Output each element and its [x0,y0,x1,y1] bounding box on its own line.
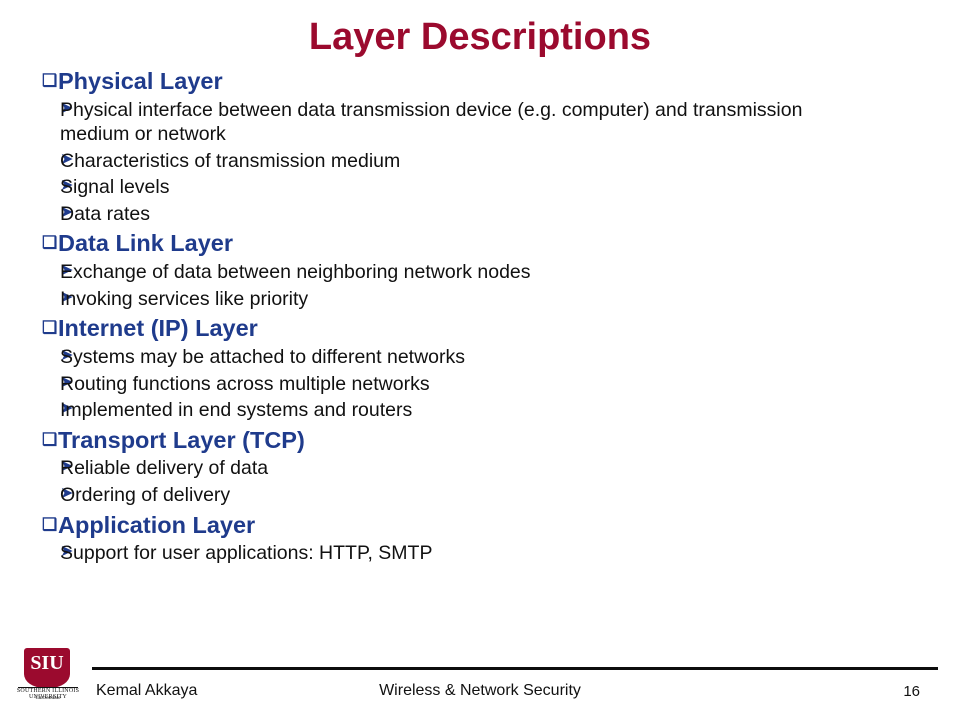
bullet-square-icon: ❑ [42,429,58,449]
bullet-level2: ➤ Support for user applications: HTTP, S… [30,541,934,566]
footer-course-title: Wireless & Network Security [379,682,581,699]
bullet-text: Internet (IP) Layer [58,315,258,342]
bullet-text: Invoking services like priority [60,287,309,310]
bullet-arrow-icon: ➤ [60,346,74,364]
bullet-text: Transport Layer (TCP) [58,426,305,453]
bullet-arrow-icon: ➤ [60,543,74,561]
footer-page-number: 16 [903,683,920,700]
logo-mark-text: SIU [30,652,64,674]
bullet-text: Exchange of data between neighboring net… [60,261,531,284]
bullet-level2: ➤ Routing functions across multiple netw… [30,372,934,397]
bullet-arrow-icon: ➤ [60,150,74,168]
bullet-level2: ➤ Systems may be attached to different n… [30,345,934,370]
bullet-square-icon: ❑ [42,233,58,253]
bullet-text: Routing functions across multiple networ… [60,372,430,395]
bullet-level1: ❑ Physical Layer [30,68,934,96]
bullet-level2: ➤ Data rates [30,202,934,227]
bullet-text: Data rates [60,202,150,225]
bullet-level1: ❑ Transport Layer (TCP) [30,427,934,455]
bullet-arrow-icon: ➤ [60,458,74,476]
footer: SIU SOUTHERN ILLINOIS UNIVERSITY Carbond… [0,648,960,706]
slide-content: ❑ Physical Layer ➤ Physical interface be… [0,58,960,566]
bullet-level1: ❑ Data Link Layer [30,230,934,258]
bullet-text: Characteristics of transmission medium [60,149,401,172]
page-title: Layer Descriptions [308,16,652,58]
bullet-arrow-icon: ➤ [60,484,74,502]
bullet-level2: ➤ Reliable delivery of data [30,456,934,481]
bullet-level2: ➤ Exchange of data between neighboring n… [30,260,934,285]
bullet-text: Physical Layer [58,67,223,94]
bullet-text: Support for user applications: HTTP, SMT… [60,542,433,565]
bullet-level2: ➤ Invoking services like priority [30,287,934,312]
bullet-arrow-icon: ➤ [60,203,74,221]
bullet-square-icon: ❑ [42,318,58,338]
bullet-level2: ➤ Implemented in end systems and routers [30,398,934,423]
bullet-level2: ➤ Signal levels [30,175,934,200]
bullet-arrow-icon: ➤ [60,177,74,195]
bullet-text: Signal levels [60,176,170,199]
bullet-square-icon: ❑ [42,70,58,90]
bullet-arrow-icon: ➤ [60,288,74,306]
bullet-level2: ➤ Ordering of delivery [30,483,934,508]
bullet-text: Ordering of delivery [60,483,231,506]
bullet-arrow-icon: ➤ [60,99,74,117]
bullet-text: Physical interface between data transmis… [60,98,803,146]
bullet-text: Implemented in end systems and routers [60,399,413,422]
bullet-level1: ❑ Application Layer [30,512,934,540]
bullet-square-icon: ❑ [42,514,58,534]
bullet-arrow-icon: ➤ [60,373,74,391]
bullet-level1: ❑ Internet (IP) Layer [30,315,934,343]
bullet-level2: ➤ Physical interface between data transm… [30,98,934,147]
bullet-text: Reliable delivery of data [60,457,269,480]
bullet-arrow-icon: ➤ [60,400,74,418]
bullet-text: Data Link Layer [58,230,234,257]
bullet-text: Application Layer [58,511,256,538]
bullet-level2: ➤ Characteristics of transmission medium [30,149,934,174]
slide: Layer Descriptions ❑ Physical Layer ➤ Ph… [0,0,960,720]
bullet-arrow-icon: ➤ [60,262,74,280]
bullet-text: Systems may be attached to different net… [60,345,466,368]
